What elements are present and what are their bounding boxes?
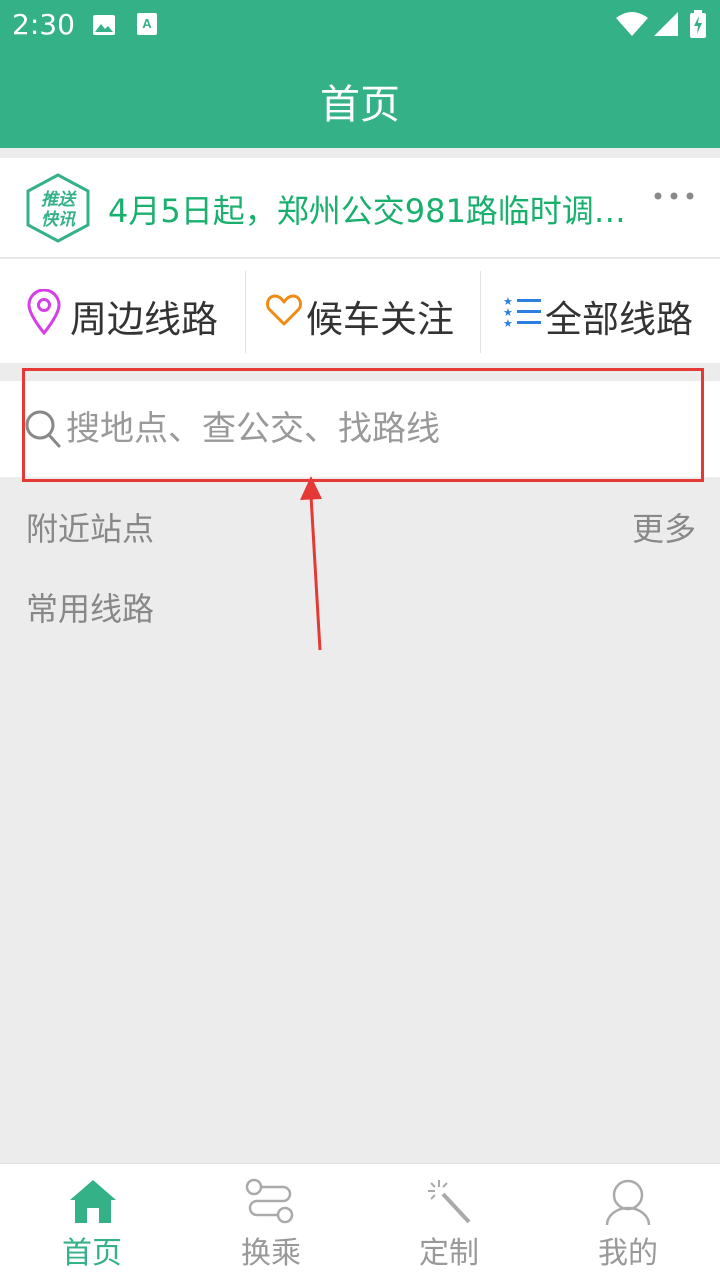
nearby-stops-heading: 附近站点 xyxy=(26,510,155,548)
nav-home[interactable]: 首页 xyxy=(2,1164,182,1280)
search-bar[interactable] xyxy=(0,381,720,477)
nav-label: 首页 xyxy=(62,1236,122,1271)
notice-bar[interactable]: 推送 快讯 4月5日起，郑州公交981路临时调… xyxy=(0,158,720,258)
svg-text:A: A xyxy=(142,16,152,31)
person-icon xyxy=(604,1178,652,1230)
quick-actions: 周边线路 候车关注 ★ ★ ★ 全部线路 xyxy=(0,259,720,363)
image-icon xyxy=(92,14,116,40)
transfer-route-icon xyxy=(245,1178,295,1228)
nav-transfer[interactable]: 换乘 xyxy=(181,1164,361,1280)
battery-charging-icon xyxy=(690,10,706,42)
frequent-routes-heading: 常用线路 xyxy=(26,590,155,628)
notice-text[interactable]: 4月5日起，郑州公交981路临时调… xyxy=(108,186,648,232)
quick-action-label: 全部线路 xyxy=(545,298,693,341)
nav-mine[interactable]: 我的 xyxy=(538,1164,718,1280)
wifi-icon xyxy=(616,12,648,40)
badge-line2: 快讯 xyxy=(41,210,77,230)
quick-action-all-routes[interactable]: ★ ★ ★ 全部线路 xyxy=(481,259,720,363)
search-input[interactable] xyxy=(66,403,666,455)
status-time: 2:30 xyxy=(12,8,75,41)
heart-icon xyxy=(266,293,302,331)
search-icon xyxy=(24,409,62,453)
more-horizontal-icon[interactable] xyxy=(652,188,696,207)
quick-action-label: 周边线路 xyxy=(70,298,218,341)
quick-action-nearby-routes[interactable]: 周边线路 xyxy=(0,259,245,363)
home-icon xyxy=(68,1178,118,1228)
push-news-badge-icon: 推送 快讯 xyxy=(22,172,94,248)
quick-action-waiting-follow[interactable]: 候车关注 xyxy=(246,259,480,363)
location-pin-icon xyxy=(26,288,62,339)
nav-label: 换乘 xyxy=(241,1236,301,1271)
top-bar: 2:30 A 首页 xyxy=(0,0,720,148)
a-keyboard-icon: A xyxy=(136,12,158,40)
star-list-icon: ★ ★ ★ xyxy=(503,295,543,333)
magic-wand-icon xyxy=(425,1178,475,1228)
nav-label: 我的 xyxy=(598,1236,658,1271)
nav-custom[interactable]: 定制 xyxy=(359,1164,539,1280)
annotation-arrow-icon xyxy=(300,476,322,651)
quick-action-label: 候车关注 xyxy=(306,298,454,341)
nav-label: 定制 xyxy=(419,1236,479,1271)
signal-icon xyxy=(654,12,678,40)
page-title: 首页 xyxy=(320,82,400,128)
status-bar: 2:30 A xyxy=(0,0,720,50)
svg-text:★: ★ xyxy=(503,317,513,329)
bottom-nav: 首页 换乘 定制 我的 xyxy=(0,1163,720,1280)
badge-line1: 推送 xyxy=(41,190,77,210)
nearby-more-link[interactable]: 更多 xyxy=(632,504,696,550)
